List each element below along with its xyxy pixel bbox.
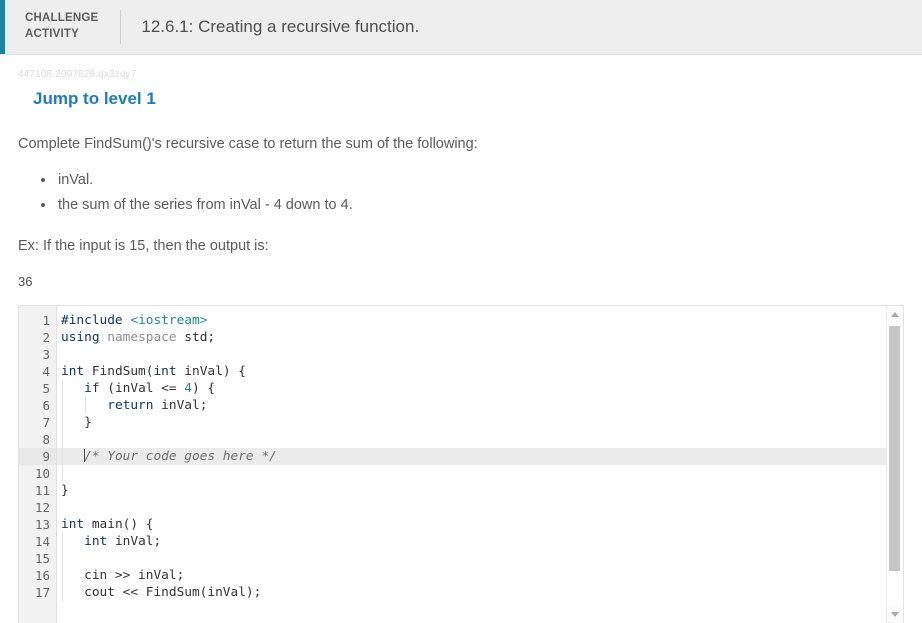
code-line[interactable]: int inVal; [57,532,903,550]
list-item: the sum of the series from inVal - 4 dow… [56,193,904,218]
line-number-gutter: 1 2 3 4 5 6 7 8 9 10 11 12 13 14 15 16 17 [19,305,57,623]
line-number: 3 [42,346,50,362]
line-number: 12 [34,499,50,515]
activity-title: 12.6.1: Creating a recursive function. [141,17,420,36]
activity-content: 447108.2097828.qx3zqy7 Jump to level 1 C… [0,69,922,289]
code-token: main() { [84,516,154,532]
code-token: int [61,363,85,379]
line-number: 9 [19,447,56,465]
indent-guide [62,379,63,397]
indent-guide [62,413,63,431]
line-number: 16 [34,567,50,583]
code-token: ) { [192,380,216,396]
triangle-up-icon [891,311,899,317]
scroll-down-button[interactable] [887,605,903,623]
code-editor[interactable]: 1 2 3 4 5 6 7 8 9 10 11 12 13 14 15 16 17 #include <iost… [18,304,904,623]
line-number: 4 [42,363,50,379]
indent-guide [62,566,63,584]
list-item: inVal. [56,168,904,193]
code-token: #include [61,312,123,328]
code-token: (inVal <= [99,380,185,396]
code-token: cout << FindSum(inVal); [61,584,262,600]
code-line[interactable] [57,464,903,482]
line-number: 6 [42,397,50,413]
code-line[interactable]: return inVal; [57,396,903,414]
prompt-bullet-list: inVal. the sum of the series from inVal … [18,168,904,218]
code-line[interactable]: int main() { [57,516,903,533]
code-token: /* Your code goes here */ [84,448,277,464]
line-number: 7 [42,414,50,430]
indent-guide [62,447,63,465]
code-line[interactable]: } [57,482,903,499]
code-line[interactable]: } [57,413,903,431]
code-token: int [84,533,108,549]
code-token: inVal; [153,397,208,413]
code-line[interactable]: if (inVal <= 4) { [57,379,903,397]
line-number: 14 [34,533,50,549]
code-token: int [153,363,177,379]
level-heading: Jump to level 1 [33,89,156,108]
line-number: 10 [34,465,50,481]
line-number: 15 [34,550,50,566]
code-line[interactable] [57,346,903,363]
challenge-activity-kicker: CHALLENGE ACTIVITY [25,12,99,40]
line-number: 5 [42,380,50,396]
indent-guide [85,396,86,414]
header-divider [120,10,122,44]
code-token: return [107,397,154,413]
code-token: FindSum( [84,363,154,379]
code-line[interactable]: /* Your code goes here */ [57,447,903,465]
triangle-down-icon [891,611,899,617]
code-token: namespace [107,329,177,345]
editor-vertical-scrollbar[interactable] [886,305,903,623]
code-line[interactable]: using namespace std; [57,329,903,346]
code-line[interactable]: int FindSum(int inVal) { [57,363,903,380]
code-line[interactable]: #include <iostream> [57,312,903,329]
code-line[interactable] [57,430,903,448]
indent-guide [62,532,63,550]
code-token: std; [176,329,216,345]
line-number: 1 [42,312,50,328]
code-token: int [61,516,85,532]
accent-bar [0,0,5,54]
code-token: inVal; [107,533,162,549]
code-token: } [61,414,92,430]
line-number: 8 [42,431,50,447]
code-line[interactable] [57,549,903,567]
example-label: Ex: If the input is 15, then the output … [18,237,269,254]
code-line[interactable]: cin >> inVal; [57,566,903,584]
code-token: <iostream> [130,312,208,328]
scrollbar-thumb[interactable] [889,325,900,571]
line-number: 2 [42,329,50,345]
indent-guide [62,464,63,482]
activity-id: 447108.2097828.qx3zqy7 [18,69,137,80]
code-line[interactable] [57,499,903,516]
prompt-text: Complete FindSum()'s recursive case to r… [18,136,478,152]
indent-guide [62,583,63,601]
code-token: 4 [184,380,193,396]
line-number: 17 [34,584,50,600]
activity-header: CHALLENGE ACTIVITY 12.6.1: Creating a re… [0,0,922,55]
indent-guide [62,430,63,448]
scroll-up-button[interactable] [887,305,903,323]
code-token: if [84,380,100,396]
code-text-area[interactable]: #include <iostream> using namespace std; … [57,306,903,623]
example-output: 36 [18,273,33,289]
indent-guide [62,396,63,414]
code-token: } [61,482,69,498]
line-number: 11 [34,482,50,498]
line-number: 13 [34,516,50,532]
code-token: using [61,329,100,345]
code-line[interactable]: cout << FindSum(inVal); [57,583,903,601]
code-token: inVal) { [176,363,246,379]
code-token: cin >> inVal; [61,567,185,583]
indent-guide [62,549,63,567]
